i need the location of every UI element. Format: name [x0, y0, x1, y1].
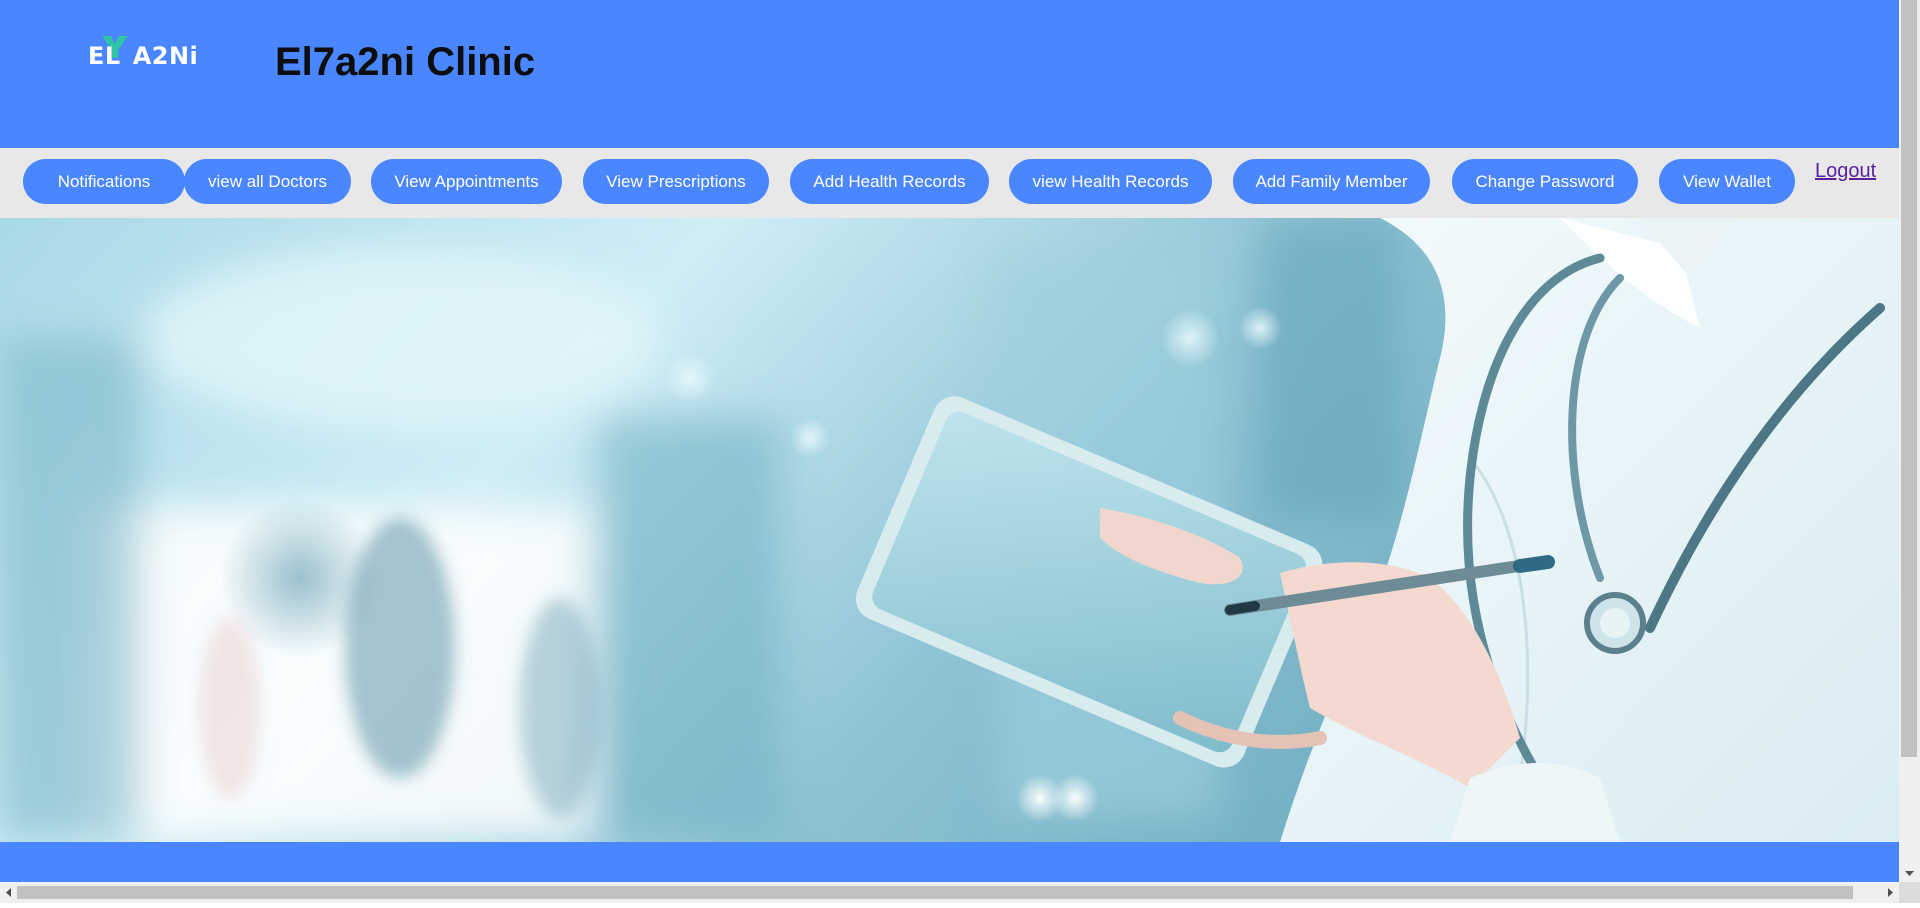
view-prescriptions-button[interactable]: View Prescriptions	[583, 159, 769, 204]
view-health-records-button[interactable]: view Health Records	[1009, 159, 1212, 204]
site-title: El7a2ni Clinic	[275, 40, 536, 84]
scroll-right-arrow-icon[interactable]	[1882, 882, 1899, 903]
horizontal-scrollbar[interactable]	[0, 882, 1899, 903]
scroll-down-arrow-icon[interactable]	[1899, 865, 1920, 882]
add-health-records-button[interactable]: Add Health Records	[790, 159, 989, 204]
change-password-button[interactable]: Change Password	[1452, 159, 1638, 204]
view-appointments-button[interactable]: View Appointments	[371, 159, 562, 204]
logo-text-left: EL	[88, 42, 121, 70]
page: EL A2Ni El7a2ni Clinic Notifications view…	[0, 0, 1899, 882]
logo-text-right: A2Ni	[132, 42, 199, 70]
footer-band	[0, 842, 1899, 882]
scrollbar-corner	[1899, 882, 1920, 903]
doctor-with-tablet-image	[0, 218, 1899, 842]
scroll-left-arrow-icon[interactable]	[0, 882, 17, 903]
vertical-scroll-thumb[interactable]	[1901, 0, 1917, 757]
view-wallet-button[interactable]: View Wallet	[1659, 159, 1795, 204]
hero-banner	[0, 218, 1899, 842]
add-family-member-button[interactable]: Add Family Member	[1233, 159, 1430, 204]
clinic-logo[interactable]: EL A2Ni	[88, 34, 198, 76]
site-header: EL A2Ni El7a2ni Clinic	[0, 0, 1899, 148]
notifications-button[interactable]: Notifications	[23, 159, 185, 204]
main-navbar: Notifications view all Doctors View Appo…	[0, 148, 1899, 218]
view-all-doctors-button[interactable]: view all Doctors	[184, 159, 351, 204]
logo-text: EL A2Ni	[88, 42, 198, 70]
logout-link[interactable]: Logout	[1815, 160, 1876, 183]
vertical-scrollbar[interactable]	[1899, 0, 1920, 882]
horizontal-scroll-thumb[interactable]	[17, 886, 1853, 899]
